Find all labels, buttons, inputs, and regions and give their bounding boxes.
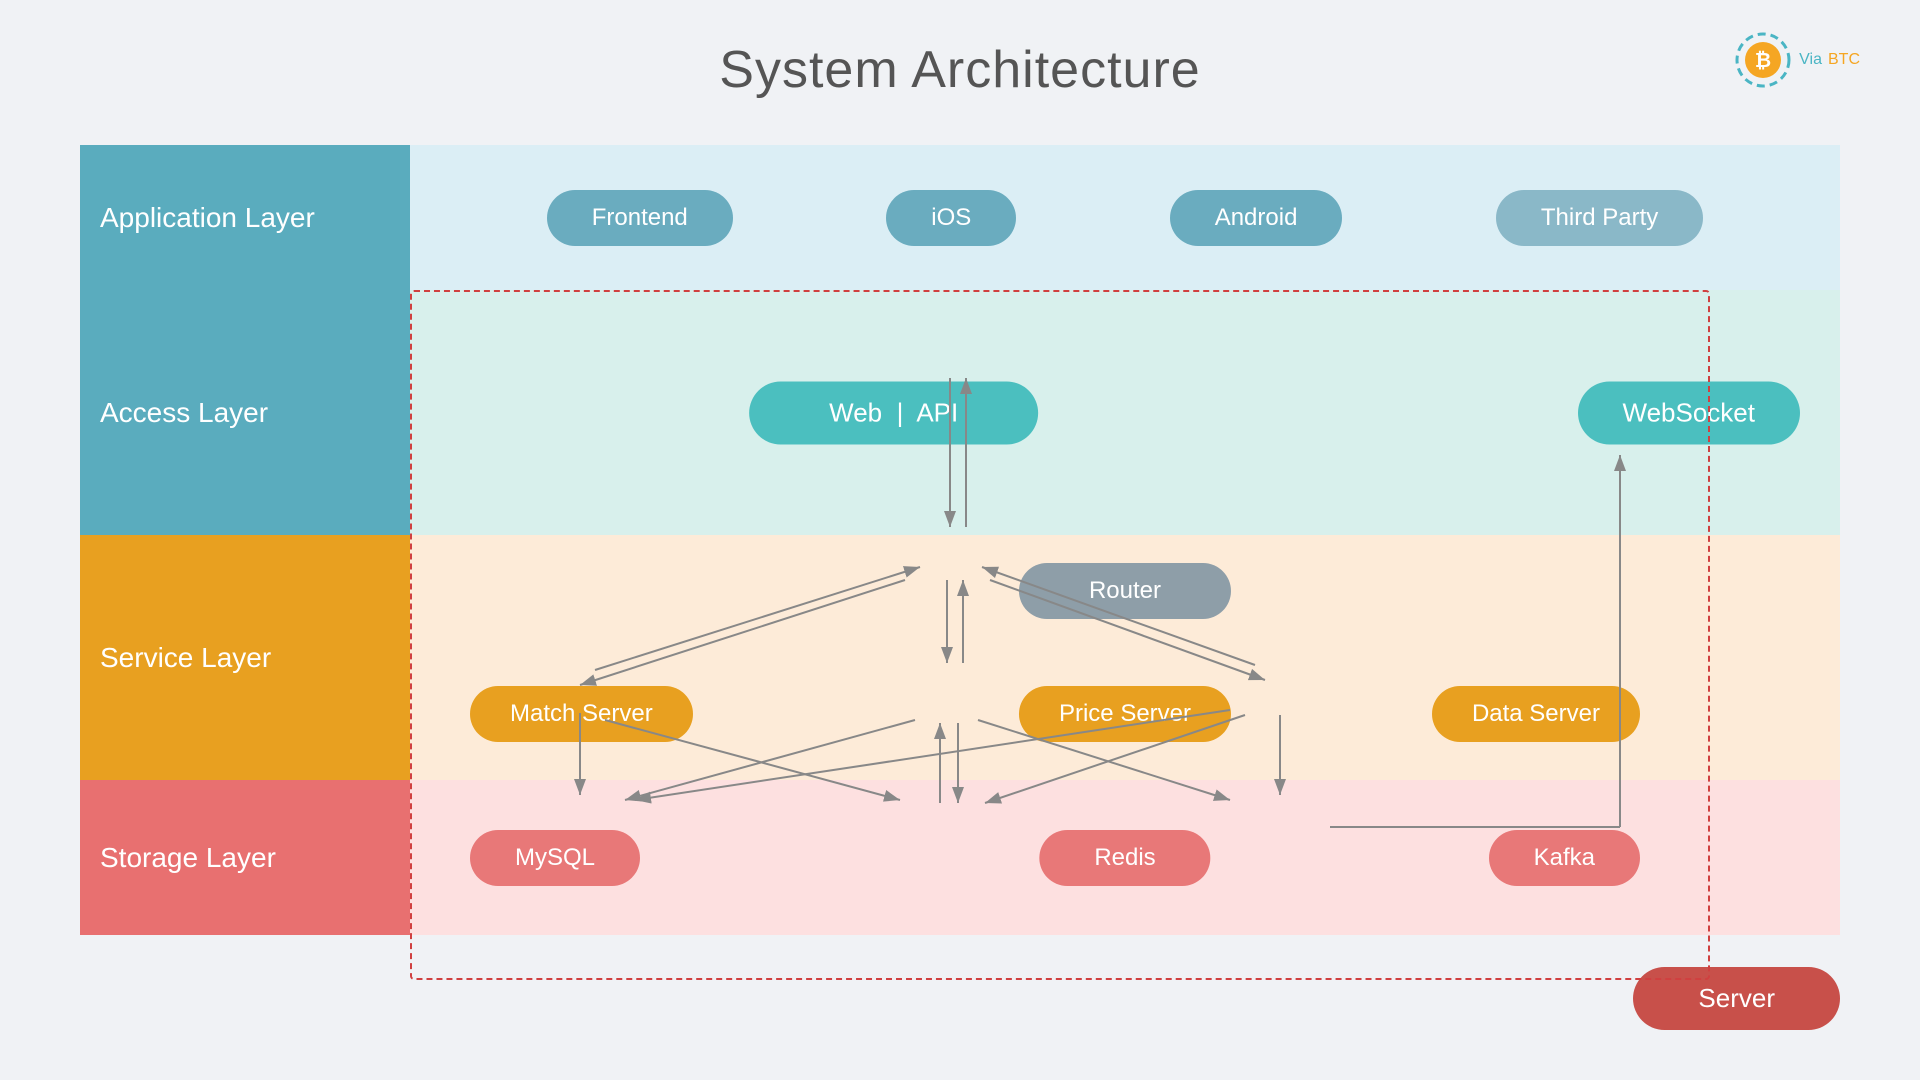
storage-layer-row: MySQL Redis Kafka (410, 780, 1840, 935)
diagram: Application Layer Access Layer Service L… (80, 145, 1840, 1030)
service-layer-label: Service Layer (80, 535, 410, 780)
svg-text:₿: ₿ (1755, 50, 1771, 72)
labels-column: Application Layer Access Layer Service L… (80, 145, 410, 1030)
service-layer-row: Router Match Server Price Server Data Se… (410, 535, 1840, 780)
mysql-button: MySQL (470, 830, 640, 886)
logo: ₿ Via BTC (1733, 30, 1860, 90)
page-title: System Architecture (0, 0, 1920, 100)
access-layer-label: Access Layer (80, 290, 410, 535)
data-server-button: Data Server (1432, 686, 1640, 742)
page-container: System Architecture ₿ Via BTC Application… (0, 0, 1920, 1080)
logo-via-text: Via (1799, 51, 1822, 69)
third-party-button: Third Party (1496, 190, 1703, 246)
price-server-button: Price Server (1019, 686, 1231, 742)
ios-button: iOS (886, 190, 1016, 246)
redis-button: Redis (1039, 830, 1210, 886)
websocket-button: WebSocket (1578, 381, 1800, 444)
frontend-button: Frontend (547, 190, 733, 246)
web-api-button: Web | API (749, 381, 1038, 444)
match-server-button: Match Server (470, 686, 693, 742)
logo-btc-text: BTC (1828, 51, 1860, 69)
content-column: Frontend iOS Android Third Party Web | A… (410, 145, 1840, 1030)
server-button: Server (1633, 967, 1840, 1030)
storage-layer-label: Storage Layer (80, 780, 410, 935)
android-button: Android (1170, 190, 1343, 246)
access-layer-row: Web | API WebSocket (410, 290, 1840, 535)
kafka-button: Kafka (1489, 830, 1640, 886)
application-layer-label: Application Layer (80, 145, 410, 290)
application-layer-row: Frontend iOS Android Third Party (410, 145, 1840, 290)
router-button: Router (1019, 563, 1231, 619)
logo-icon: ₿ (1733, 30, 1793, 90)
